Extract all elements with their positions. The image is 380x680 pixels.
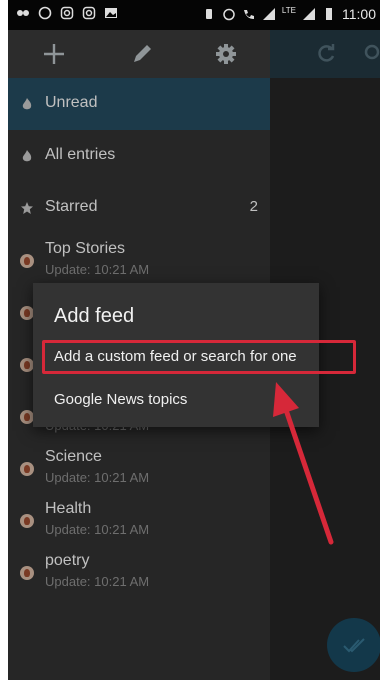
- vibrate-icon: [205, 9, 212, 19]
- search-icon: [364, 44, 380, 60]
- mark-all-read-button[interactable]: [327, 618, 380, 672]
- feed-icon: [20, 410, 34, 424]
- feed-name: poetry: [45, 552, 90, 569]
- refresh-button[interactable]: [312, 40, 340, 68]
- google-news-topics-option[interactable]: Google News topics: [54, 391, 187, 408]
- app-content: Unread All entries Starred 2 Top Stories…: [8, 30, 380, 680]
- flame-icon: [22, 98, 32, 110]
- nav-item-label: Unread: [45, 94, 98, 111]
- refresh-icon: [318, 44, 335, 62]
- feed-name: Health: [45, 500, 92, 517]
- instagram-icon: [82, 6, 96, 20]
- dialog-title: Add feed: [54, 305, 135, 327]
- add-feed-dialog: Add feed Add a custom feed or search for…: [33, 283, 356, 427]
- feed-update-time: Update: 10:21 AM: [45, 262, 150, 277]
- flame-icon: [22, 150, 32, 162]
- network-type: LTE: [281, 5, 296, 15]
- feed-name: Top Stories: [45, 240, 126, 257]
- settings-button[interactable]: [210, 38, 242, 70]
- feed-item-top-stories[interactable]: Top Stories Update: 10:21 AM: [8, 234, 270, 286]
- edit-button[interactable]: [126, 38, 158, 70]
- feed-icon: [20, 306, 34, 320]
- signal-icon: [303, 8, 315, 20]
- drawer-toolbar: [8, 30, 270, 78]
- feed-item-poetry[interactable]: poetry Update: 10:21 AM: [8, 546, 270, 598]
- add-feed-button[interactable]: [38, 38, 70, 70]
- status-left-icons: [16, 6, 118, 20]
- feed-item-science[interactable]: Science Update: 10:21 AM: [8, 442, 270, 494]
- status-bar: LTE 11:00: [8, 0, 380, 30]
- whatsapp-icon: [38, 6, 52, 20]
- call-signal-icon: [243, 10, 254, 19]
- starred-count-badge: 2: [249, 198, 258, 215]
- gallery-icon: [105, 8, 117, 18]
- annotation-highlight-box: [42, 340, 356, 374]
- feed-item-health[interactable]: Health Update: 10:21 AM: [8, 494, 270, 546]
- feed-name: Science: [45, 448, 102, 465]
- double-check-icon: [343, 638, 365, 653]
- nav-item-label: Starred: [45, 198, 98, 215]
- phone-screen: LTE 11:00 Unread All entries Starred 2 T…: [8, 0, 380, 680]
- main-toolbar: [270, 30, 380, 78]
- clock: 11:00: [342, 6, 376, 22]
- app-notification-icon: [17, 10, 29, 16]
- alarm-icon: [223, 8, 235, 21]
- search-button[interactable]: [360, 40, 380, 68]
- feed-icon: [20, 514, 34, 528]
- nav-item-starred[interactable]: Starred 2: [8, 182, 270, 234]
- feed-update-time: Update: 10:21 AM: [45, 470, 150, 485]
- star-icon: [21, 202, 33, 214]
- instagram-icon: [60, 6, 74, 20]
- feed-icon: [20, 254, 34, 268]
- feed-icon: [20, 462, 34, 476]
- nav-item-all-entries[interactable]: All entries: [8, 130, 270, 182]
- nav-item-unread[interactable]: Unread: [8, 78, 270, 130]
- signal-icon: [262, 8, 275, 20]
- gear-icon: [216, 44, 236, 64]
- plus-icon: [44, 44, 64, 64]
- feed-icon: [20, 358, 34, 372]
- feed-update-time: Update: 10:21 AM: [45, 522, 150, 537]
- battery-icon: [326, 8, 332, 20]
- pencil-icon: [134, 45, 151, 62]
- feed-icon: [20, 566, 34, 580]
- feed-update-time: Update: 10:21 AM: [45, 574, 150, 589]
- status-right-icons: LTE 11:00: [202, 6, 376, 22]
- nav-item-label: All entries: [45, 146, 116, 163]
